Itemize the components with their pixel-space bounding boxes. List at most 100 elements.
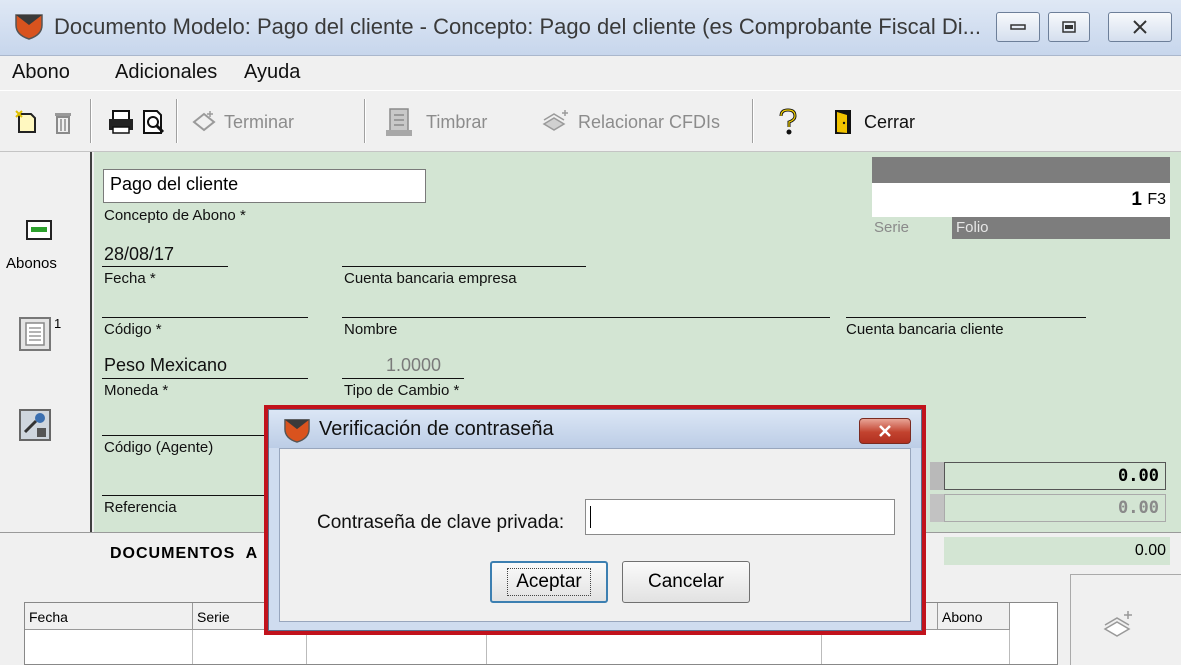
folio-label: Folio [956,219,989,236]
print-preview-icon [143,110,165,134]
add-related-button[interactable] [1101,609,1135,643]
toolbar-separator [752,99,754,143]
tools-icon [19,409,51,441]
folio-input[interactable]: 1 F3 [872,183,1170,217]
app-shield-icon [15,14,43,40]
trash-icon [55,113,71,134]
dialog-title-bar: Verificación de contraseña [269,410,921,448]
password-input[interactable] [585,499,895,535]
cerrar-button[interactable]: Cerrar [832,91,915,153]
abonos-nav-button[interactable] [24,218,54,249]
moneda-value[interactable]: Peso Mexicano [104,355,227,376]
grid-divider [306,630,307,664]
printer-icon [109,110,133,134]
minimize-button[interactable] [996,12,1040,42]
abonos-icon [26,220,52,240]
tipo-cambio-value[interactable]: 1.0000 [386,355,441,376]
menu-bar: Abono Adicionales Ayuda [0,56,1181,90]
nombre-underline[interactable] [342,317,830,318]
documents-total-box: 0.00 [944,537,1170,565]
add-stack-icon [1103,611,1132,637]
menu-adicionales[interactable]: Adicionales [115,61,217,84]
fecha-underline [102,266,228,267]
documents-count-badge: 1 [54,316,62,331]
cuenta-cliente-underline[interactable] [846,317,1086,318]
documents-nav-button[interactable] [18,316,52,357]
close-icon [879,425,891,437]
relacionar-label: Relacionar CFDIs [578,111,721,132]
help-question-icon [779,108,797,135]
dialog-highlight-frame: Verificación de contraseña Contraseña de… [264,405,926,635]
sidebar: Abonos 1 [0,152,92,532]
new-document-icon [15,110,36,133]
serie-folio-header [872,157,1170,183]
toolbar-separator [176,99,178,143]
grid-action-panel [1070,574,1181,665]
new-button[interactable] [14,91,40,153]
column-header-fecha[interactable]: Fecha [25,603,193,630]
fecha-value[interactable]: 28/08/17 [104,244,174,265]
toolbar-separator [364,99,366,143]
cancelar-label: Cancelar [647,571,725,592]
column-header-abono[interactable]: Abono [938,603,1010,630]
maximize-button[interactable] [1048,12,1090,42]
minimize-icon [1010,24,1026,30]
concepto-value: Pago del cliente [110,174,239,194]
timbrar-label: Timbrar [426,111,488,132]
moneda-label: Moneda * [104,382,169,399]
calendar-sheet-icon [19,317,51,351]
codigo-underline[interactable] [102,317,308,318]
close-icon [1133,20,1147,34]
agente-underline[interactable] [102,435,266,436]
concepto-input[interactable]: Pago del cliente [103,169,426,203]
print-preview-button[interactable] [140,91,168,153]
close-window-button[interactable] [1108,12,1172,42]
dialog-shield-icon [284,419,310,443]
total-box-2: 0.00 [944,494,1166,522]
print-button[interactable] [106,91,136,153]
dialog-close-button[interactable] [859,418,911,444]
window-title: Documento Modelo: Pago del cliente - Con… [54,14,981,39]
cerrar-label: Cerrar [864,111,916,132]
codigo-label: Código * [104,321,162,338]
total-value-1: 0.00 [1118,466,1159,486]
text-caret [590,506,591,528]
grid-divider [192,630,193,664]
timbrar-button[interactable]: Timbrar [384,91,487,153]
cancelar-button[interactable]: Cancelar [622,561,750,603]
exit-door-icon [835,110,851,134]
help-button[interactable] [776,91,800,153]
grid-divider [486,630,487,664]
abonos-label: Abonos [6,255,57,272]
cuenta-cliente-label: Cuenta bancaria cliente [846,321,1004,338]
relacionar-cfdis-button[interactable]: Relacionar CFDIs [540,91,720,153]
cuenta-empresa-label: Cuenta bancaria empresa [344,270,517,287]
terminar-label: Terminar [224,111,295,132]
toolbar: Terminar Timbrar Relacionar CFDIs Cerrar [0,90,1181,152]
nombre-label: Nombre [344,321,398,338]
fecha-label: Fecha * [104,270,156,287]
total-box-1: 0.00 [944,462,1166,490]
password-label: Contraseña de clave privada: [317,512,565,533]
tipo-cambio-underline [342,378,464,379]
toolbar-separator [90,99,92,143]
menu-abono[interactable]: Abono [12,61,70,84]
maximize-icon [1062,21,1076,33]
menu-ayuda[interactable]: Ayuda [244,61,300,84]
cuenta-empresa-underline[interactable] [342,266,586,267]
aceptar-button[interactable]: Aceptar [490,561,608,603]
dialog-title: Verificación de contraseña [319,418,554,440]
title-bar: Documento Modelo: Pago del cliente - Con… [0,0,1181,56]
concepto-label: Concepto de Abono * [104,207,246,224]
delete-button[interactable] [52,91,74,153]
folio-value: 1 [1131,189,1142,210]
referencia-underline[interactable] [102,495,266,496]
grid-divider [821,630,822,664]
serie-label: Serie [874,219,910,236]
tipo-cambio-label: Tipo de Cambio * [344,382,460,399]
folio-label-bar: Folio [952,217,1170,239]
terminar-button[interactable]: Terminar [190,91,294,153]
aceptar-label: Aceptar [507,568,591,596]
documents-total: 0.00 [1134,542,1166,559]
config-nav-button[interactable] [18,408,52,447]
